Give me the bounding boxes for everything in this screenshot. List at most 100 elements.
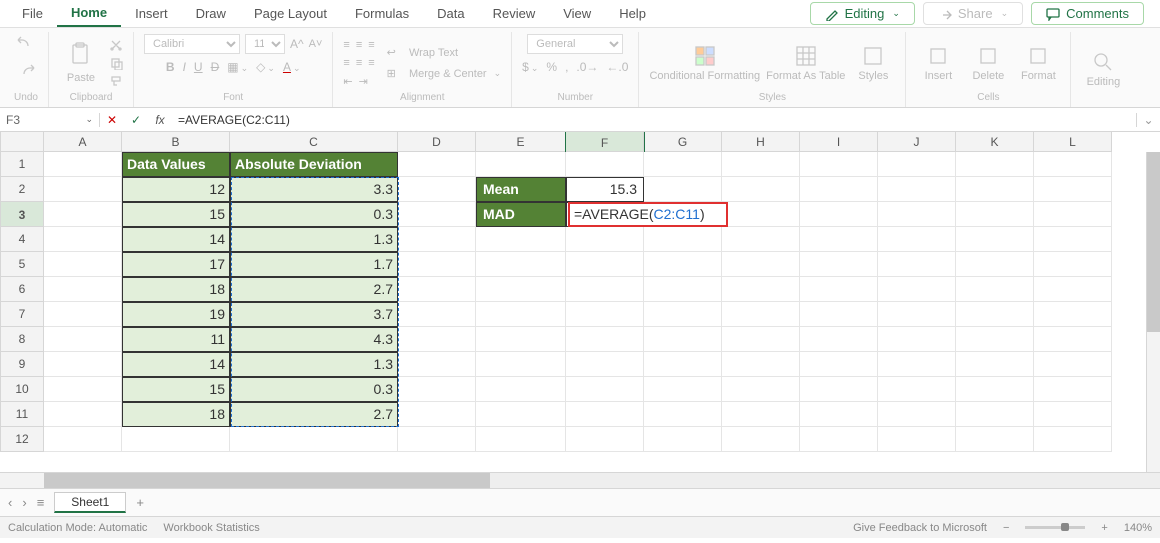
cell-E5[interactable] xyxy=(476,252,566,277)
tab-draw[interactable]: Draw xyxy=(182,0,240,27)
undo-icon[interactable] xyxy=(14,34,38,58)
cell-G5[interactable] xyxy=(644,252,722,277)
cell-C3[interactable]: 0.3 xyxy=(230,202,398,227)
cell-I6[interactable] xyxy=(800,277,878,302)
workbook-stats-button[interactable]: Workbook Statistics xyxy=(163,522,259,534)
cell-J12[interactable] xyxy=(878,427,956,452)
cell-A3[interactable] xyxy=(44,202,122,227)
vertical-scrollbar[interactable] xyxy=(1146,152,1160,472)
row-header-9[interactable]: 9 xyxy=(0,352,44,377)
cell-L5[interactable] xyxy=(1034,252,1112,277)
cell-L10[interactable] xyxy=(1034,377,1112,402)
cell-H12[interactable] xyxy=(722,427,800,452)
cell-L8[interactable] xyxy=(1034,327,1112,352)
cell-A5[interactable] xyxy=(44,252,122,277)
cell-E12[interactable] xyxy=(476,427,566,452)
currency-button[interactable]: $⌄ xyxy=(522,60,538,74)
cell-B9[interactable]: 14 xyxy=(122,352,230,377)
cell-D1[interactable] xyxy=(398,152,476,177)
col-header-F[interactable]: F xyxy=(566,132,644,152)
cell-B11[interactable]: 18 xyxy=(122,402,230,427)
cell-D11[interactable] xyxy=(398,402,476,427)
insert-cells-button[interactable]: Insert xyxy=(916,44,960,82)
decrease-indent-icon[interactable]: ⇤ xyxy=(343,75,352,88)
merge-center-button[interactable]: ⊞ Merge & Center⌄ xyxy=(387,67,501,80)
increase-font-icon[interactable]: A^ xyxy=(290,37,304,51)
cell-I4[interactable] xyxy=(800,227,878,252)
cell-F4[interactable] xyxy=(566,227,644,252)
sheet-tab[interactable]: Sheet1 xyxy=(54,492,126,513)
cell-I11[interactable] xyxy=(800,402,878,427)
cell-H11[interactable] xyxy=(722,402,800,427)
cell-styles-button[interactable]: Styles xyxy=(851,44,895,82)
cell-E11[interactable] xyxy=(476,402,566,427)
tab-file[interactable]: File xyxy=(8,0,57,27)
cell-B7[interactable]: 19 xyxy=(122,302,230,327)
cell-K6[interactable] xyxy=(956,277,1034,302)
cell-F6[interactable] xyxy=(566,277,644,302)
col-header-L[interactable]: L xyxy=(1034,132,1112,152)
col-header-I[interactable]: I xyxy=(800,132,878,152)
cell-A7[interactable] xyxy=(44,302,122,327)
cell-C8[interactable]: 4.3 xyxy=(230,327,398,352)
cell-K12[interactable] xyxy=(956,427,1034,452)
editing-mode-button[interactable]: Editing ⌄ xyxy=(810,2,915,25)
cell-D2[interactable] xyxy=(398,177,476,202)
col-header-E[interactable]: E xyxy=(476,132,566,152)
cell-H4[interactable] xyxy=(722,227,800,252)
zoom-in-button[interactable]: + xyxy=(1101,522,1107,534)
cell-C12[interactable] xyxy=(230,427,398,452)
increase-indent-icon[interactable]: ⇥ xyxy=(359,75,368,88)
tab-data[interactable]: Data xyxy=(423,0,478,27)
cell-H8[interactable] xyxy=(722,327,800,352)
tab-help[interactable]: Help xyxy=(605,0,660,27)
paste-button[interactable]: Paste xyxy=(59,42,103,84)
enter-button[interactable]: ✓ xyxy=(124,113,148,127)
cell-J2[interactable] xyxy=(878,177,956,202)
font-size-select[interactable]: 11 xyxy=(245,34,285,54)
cell-L2[interactable] xyxy=(1034,177,1112,202)
zoom-slider[interactable] xyxy=(1025,526,1085,529)
font-color-button[interactable]: A⌄ xyxy=(283,60,301,74)
cell-B1[interactable]: Data Values xyxy=(122,152,230,177)
tab-page-layout[interactable]: Page Layout xyxy=(240,0,341,27)
cell-H6[interactable] xyxy=(722,277,800,302)
italic-button[interactable]: I xyxy=(183,60,186,74)
cell-B10[interactable]: 15 xyxy=(122,377,230,402)
cell-A4[interactable] xyxy=(44,227,122,252)
cell-F7[interactable] xyxy=(566,302,644,327)
cell-L11[interactable] xyxy=(1034,402,1112,427)
cell-K2[interactable] xyxy=(956,177,1034,202)
cell-B3[interactable]: 15 xyxy=(122,202,230,227)
cell-K8[interactable] xyxy=(956,327,1034,352)
strike-button[interactable]: D xyxy=(211,60,220,74)
row-header-7[interactable]: 7 xyxy=(0,302,44,327)
cell-K5[interactable] xyxy=(956,252,1034,277)
cell-J4[interactable] xyxy=(878,227,956,252)
cell-K9[interactable] xyxy=(956,352,1034,377)
cell-L7[interactable] xyxy=(1034,302,1112,327)
cell-F11[interactable] xyxy=(566,402,644,427)
all-sheets-button[interactable]: ≡ xyxy=(37,495,45,510)
align-top-icon[interactable]: ≡ xyxy=(343,39,349,51)
cell-K7[interactable] xyxy=(956,302,1034,327)
zoom-out-button[interactable]: − xyxy=(1003,522,1009,534)
cell-A8[interactable] xyxy=(44,327,122,352)
cell-A1[interactable] xyxy=(44,152,122,177)
cell-E9[interactable] xyxy=(476,352,566,377)
tab-view[interactable]: View xyxy=(549,0,605,27)
cell-L6[interactable] xyxy=(1034,277,1112,302)
cell-A12[interactable] xyxy=(44,427,122,452)
percent-button[interactable]: % xyxy=(546,60,557,74)
cell-E2[interactable]: Mean xyxy=(476,177,566,202)
cell-C9[interactable]: 1.3 xyxy=(230,352,398,377)
delete-cells-button[interactable]: Delete xyxy=(966,44,1010,82)
cell-G1[interactable] xyxy=(644,152,722,177)
align-center-icon[interactable]: ≡ xyxy=(356,57,362,69)
format-cells-button[interactable]: Format xyxy=(1016,44,1060,82)
cell-J10[interactable] xyxy=(878,377,956,402)
cell-J8[interactable] xyxy=(878,327,956,352)
number-format-select[interactable]: General xyxy=(527,34,623,54)
find-button[interactable]: Editing xyxy=(1081,50,1125,88)
cell-G6[interactable] xyxy=(644,277,722,302)
